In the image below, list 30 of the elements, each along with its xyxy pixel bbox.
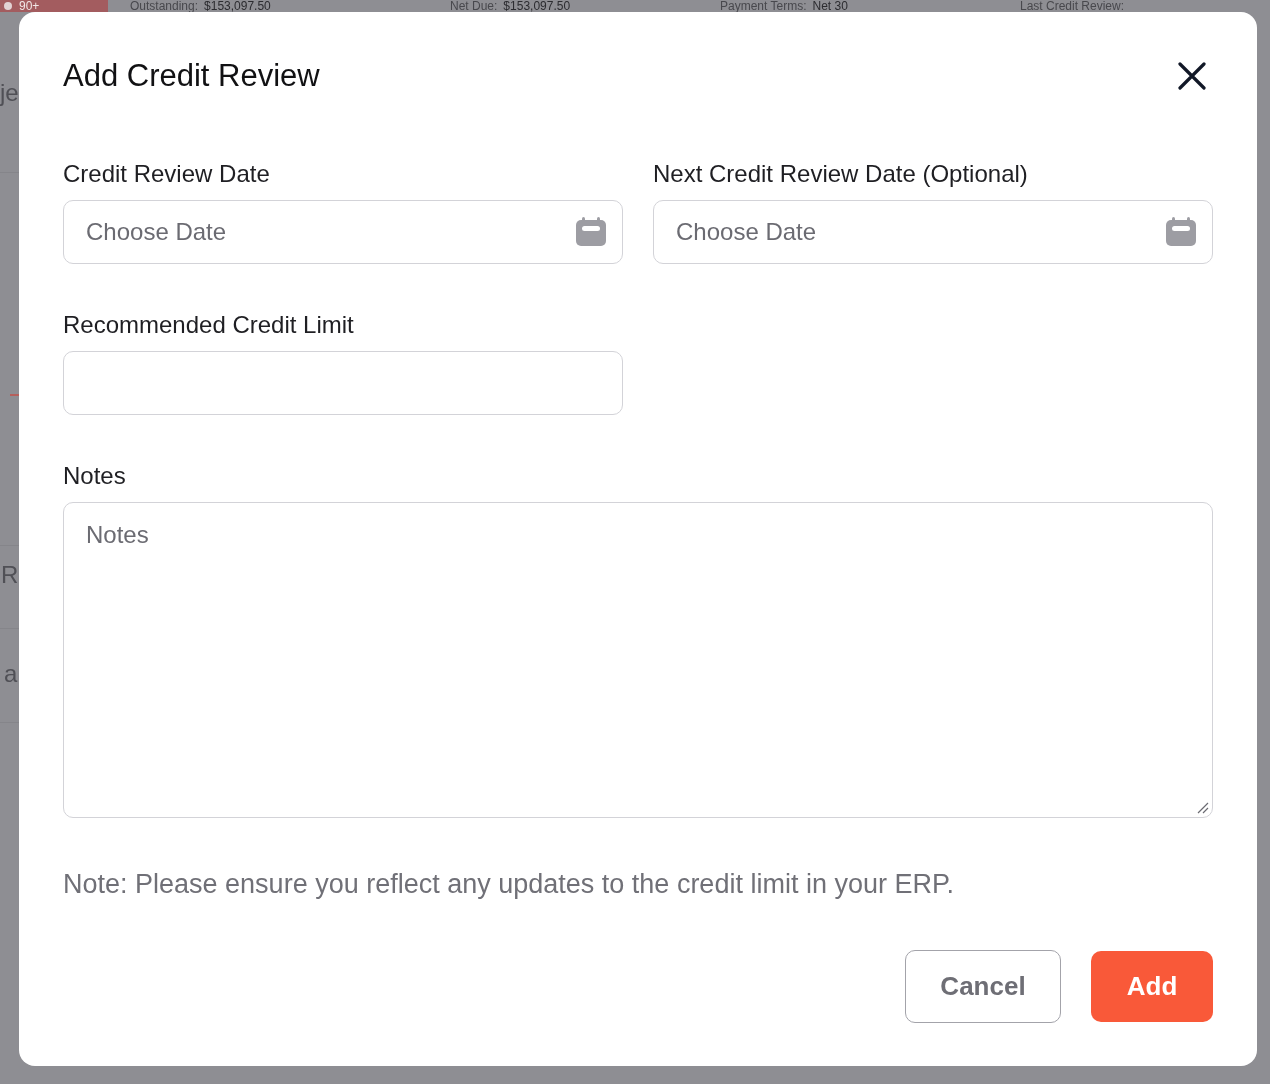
field-label: Recommended Credit Limit <box>63 311 355 339</box>
summary-label: Outstanding: <box>130 0 199 12</box>
summary-value: $153,097.50 <box>204 0 271 12</box>
row-text: je <box>0 79 19 107</box>
dialog-title: Add Credit Review <box>63 58 320 94</box>
field-label: Notes <box>63 462 127 490</box>
close-button[interactable] <box>1178 62 1206 90</box>
resize-handle-icon[interactable] <box>1197 802 1209 814</box>
calendar-icon[interactable] <box>576 217 606 246</box>
status-badge: 90+ <box>0 0 108 12</box>
row-text: a <box>3 660 19 688</box>
input-field[interactable] <box>63 351 623 415</box>
tab-underline <box>10 394 19 396</box>
dot-icon <box>4 2 12 10</box>
field-label: Next Credit Review Date (Optional) <box>653 160 1029 188</box>
summary-label: Net Due: <box>450 0 498 12</box>
add-button[interactable]: Add <box>1091 951 1213 1022</box>
calendar-icon[interactable] <box>1166 217 1196 246</box>
row-text: R <box>0 561 19 589</box>
date-field[interactable]: Choose Date <box>653 200 1213 264</box>
summary-value: Net 30 <box>812 0 848 12</box>
note-text: Note: Please ensure you reflect any updates to the credit limit in your ERP. <box>63 869 955 899</box>
cancel-button[interactable]: Cancel <box>905 950 1061 1023</box>
field-label: Credit Review Date <box>63 160 271 188</box>
notes-field[interactable]: Notes <box>63 502 1213 818</box>
summary-label: Payment Terms: <box>720 0 807 12</box>
summary-label: Last Credit Review: <box>1020 0 1125 12</box>
summary-value: $153,097.50 <box>503 0 571 12</box>
date-field[interactable]: Choose Date <box>63 200 623 264</box>
close-icon <box>1178 62 1206 90</box>
